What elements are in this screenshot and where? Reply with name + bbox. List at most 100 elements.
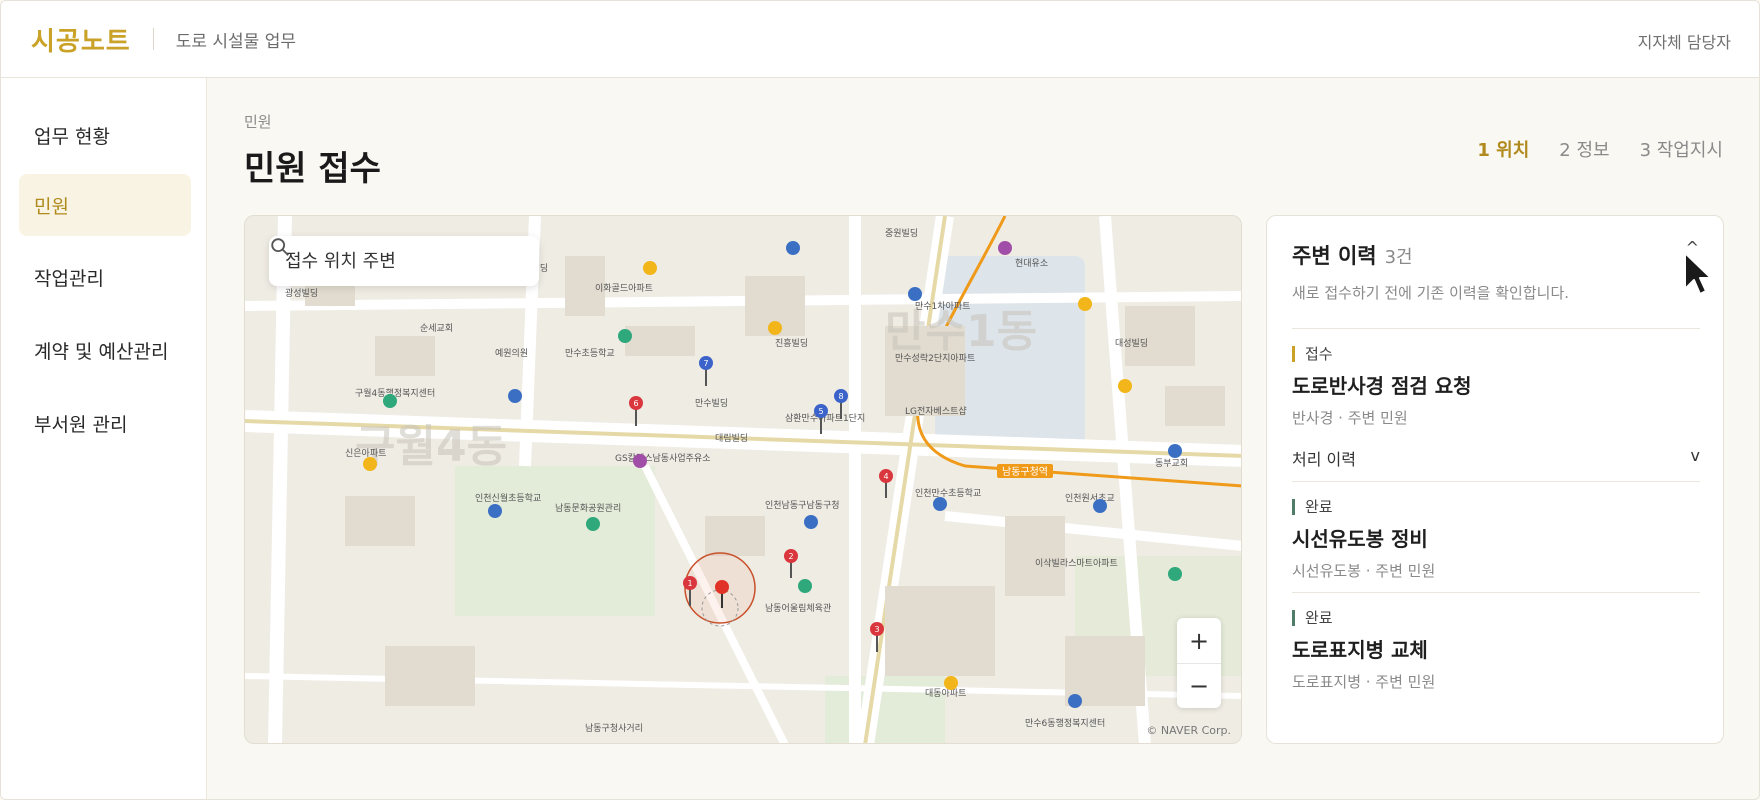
step-indicator: 1 위치 2 정보 3 작업지시 <box>1477 136 1723 162</box>
poi-icon <box>798 579 812 593</box>
map-view[interactable]: 남동구청역 구월4동 만수1동 광성빌딩 순세교회 예원의원 만수초등학교 이화… <box>244 215 1242 744</box>
place-label: 대성빌딩 <box>1115 338 1148 349</box>
svg-text:7: 7 <box>703 359 708 368</box>
search-icon <box>271 238 289 256</box>
svg-text:2: 2 <box>788 552 793 561</box>
place-label: 만수1차아파트 <box>915 300 970 312</box>
panel-title: 주변 이력 3건 <box>1292 240 1413 270</box>
history-item[interactable]: 완료 시선유도봉 정비 시선유도봉 · 주변 민원 <box>1292 499 1700 581</box>
svg-text:4: 4 <box>883 472 888 481</box>
poi-icon <box>786 241 800 255</box>
poi-icon <box>933 497 947 511</box>
place-label: 신은아파트 <box>345 448 386 459</box>
dong-label-guwol: 구월4동 <box>355 421 507 472</box>
poi-icon <box>508 389 522 403</box>
sidebar-item-contract-budget[interactable]: 계약 및 예산관리 <box>19 319 191 381</box>
place-label: 인천신월초등학교 <box>475 492 541 504</box>
panel-description: 새로 접수하기 전에 기존 이력을 확인합니다. <box>1292 284 1570 302</box>
place-label: 남동어울림체육관 <box>765 602 831 614</box>
step-info[interactable]: 2 정보 <box>1559 136 1609 162</box>
place-label: 진흥빌딩 <box>775 337 808 349</box>
map-search-box[interactable] <box>269 236 539 286</box>
item-title: 도로표지병 교체 <box>1292 638 1428 662</box>
place-label: 인천만수초등학교 <box>915 488 981 499</box>
sidebar-item-work-management[interactable]: 작업관리 <box>19 246 191 308</box>
poi-icon <box>633 454 647 468</box>
app-window: 시공노트 도로 시설물 업무 지자체 담당자 업무 현황 민원 작업관리 계약 … <box>0 0 1760 800</box>
poi-icon <box>1093 499 1107 513</box>
place-label: 남동구청사거리 <box>585 723 643 734</box>
place-label: 광성빌딩 <box>285 287 318 299</box>
place-label: 만수빌딩 <box>695 398 728 409</box>
divider <box>1292 592 1700 593</box>
zoom-in-button[interactable]: + <box>1177 618 1221 663</box>
place-label: 만수초등학교 <box>565 348 615 359</box>
poi-icon <box>586 517 600 531</box>
place-label: 현대유소 <box>1015 258 1048 269</box>
place-label: GS칼텍스남동사업주유소 <box>615 453 711 464</box>
panel-count: 3건 <box>1384 247 1413 268</box>
poi-icon <box>488 504 502 518</box>
item-title: 시선유도봉 정비 <box>1292 527 1428 551</box>
map-copyright: © NAVER Corp. <box>1146 724 1231 737</box>
user-role[interactable]: 지자체 담당자 <box>1638 29 1731 53</box>
station-label: 남동구청역 <box>1002 466 1048 478</box>
svg-text:8: 8 <box>838 392 843 401</box>
place-label: 인천원서초교 <box>1065 493 1115 504</box>
poi-icon <box>1118 379 1132 393</box>
zoom-control: + − <box>1177 618 1221 708</box>
svg-text:3: 3 <box>874 625 879 634</box>
place-label: 예원의원 <box>495 348 528 359</box>
header-divider <box>152 28 154 50</box>
svg-text:5: 5 <box>818 407 823 416</box>
step-location[interactable]: 1 위치 <box>1477 136 1529 162</box>
item-title: 도로반사경 점검 요청 <box>1292 374 1472 398</box>
divider <box>1292 328 1700 329</box>
page-title: 민원 접수 <box>244 149 381 189</box>
place-label: 인천남동구남동구청 <box>765 500 840 511</box>
sidebar-item-dashboard[interactable]: 업무 현황 <box>19 104 191 166</box>
poi-icon <box>1168 567 1182 581</box>
poi-icon <box>804 515 818 529</box>
map-canvas[interactable]: 남동구청역 구월4동 만수1동 광성빌딩 순세교회 예원의원 만수초등학교 이화… <box>245 216 1242 744</box>
sidebar-item-staff[interactable]: 부서원 관리 <box>19 392 191 454</box>
chevron-down-icon: v <box>1690 446 1700 465</box>
sidebar: 업무 현황 민원 작업관리 계약 및 예산관리 부서원 관리 <box>1 78 207 799</box>
history-toggle[interactable]: 처리 이력 v <box>1292 446 1700 470</box>
poi-icon <box>618 329 632 343</box>
place-label: 이화골드아파트 <box>595 283 653 294</box>
park-area <box>455 466 655 616</box>
step-work-order[interactable]: 3 작업지시 <box>1640 136 1723 162</box>
poi-icon <box>1068 694 1082 708</box>
app-logo[interactable]: 시공노트 <box>31 21 131 58</box>
header-subtitle: 도로 시설물 업무 <box>175 31 296 52</box>
place-label: 남동문화공원관리 <box>555 503 621 514</box>
divider <box>1292 481 1700 482</box>
poi-icon <box>643 261 657 275</box>
sidebar-item-complaints[interactable]: 민원 <box>19 174 191 236</box>
svg-text:1: 1 <box>687 579 692 588</box>
place-label: 동부교회 <box>1155 458 1188 469</box>
place-label: 대동아파트 <box>925 688 966 699</box>
status-badge: 접수 <box>1292 346 1700 362</box>
nearby-history-panel: 주변 이력 3건 ^ 새로 접수하기 전에 기존 이력을 확인합니다. 접수 도로… <box>1266 215 1724 744</box>
place-label: 순세교회 <box>420 323 453 334</box>
panel-title-text: 주변 이력 <box>1292 244 1377 268</box>
top-header: 시공노트 도로 시설물 업무 지자체 담당자 <box>1 1 1759 78</box>
item-subtitle: 시선유도봉 · 주변 민원 <box>1292 562 1436 580</box>
history-item[interactable]: 완료 도로표지병 교체 도로표지병 · 주변 민원 <box>1292 610 1700 692</box>
place-label: 대림빌딩 <box>715 432 748 444</box>
poi-icon <box>944 676 958 690</box>
map-search-input[interactable] <box>285 250 485 272</box>
status-badge: 완료 <box>1292 610 1700 626</box>
poi-icon <box>1168 444 1182 458</box>
item-subtitle: 도로표지병 · 주변 민원 <box>1292 673 1436 691</box>
dong-label-mansu: 만수1동 <box>885 306 1037 357</box>
poi-icon <box>998 241 1012 255</box>
zoom-out-button[interactable]: − <box>1177 663 1221 708</box>
poi-icon <box>908 287 922 301</box>
poi-icon <box>1078 297 1092 311</box>
status-badge: 완료 <box>1292 499 1700 515</box>
history-item[interactable]: 접수 도로반사경 점검 요청 반사경 · 주변 민원 <box>1292 346 1700 428</box>
breadcrumb[interactable]: 민원 <box>244 111 272 132</box>
